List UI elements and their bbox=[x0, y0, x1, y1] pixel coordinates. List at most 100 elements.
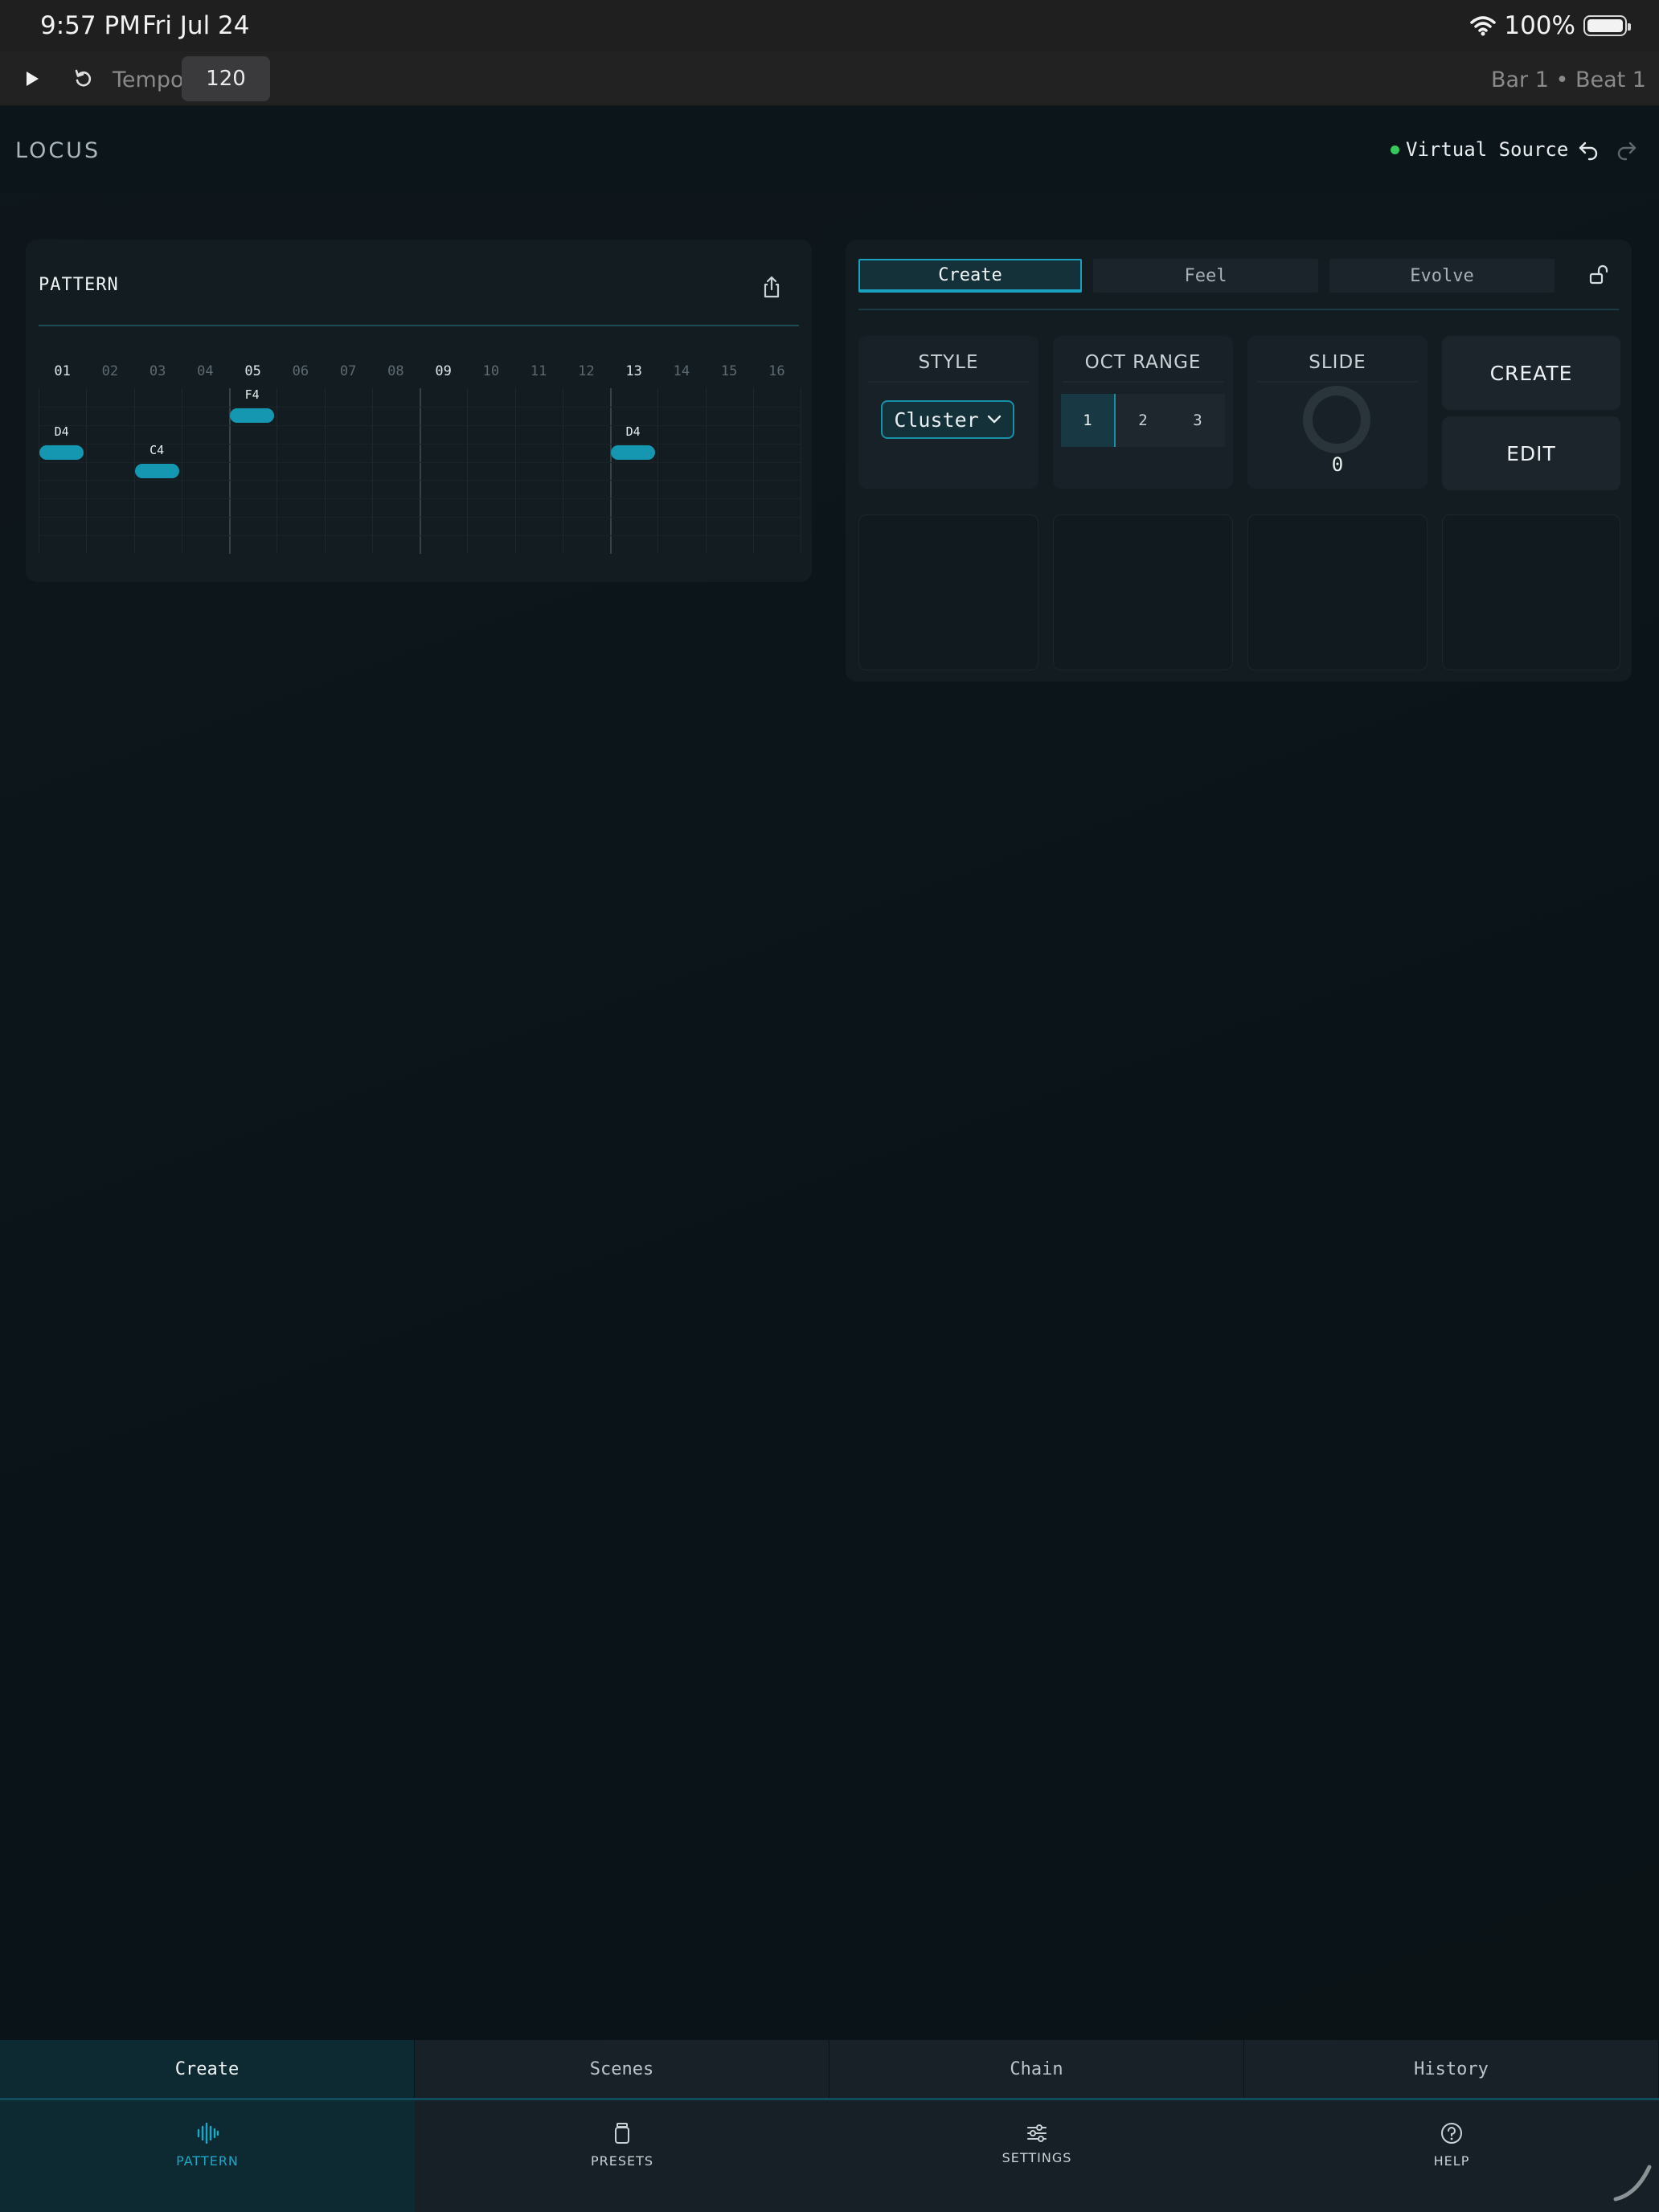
slide-knob[interactable] bbox=[1303, 386, 1370, 453]
sliders-icon bbox=[1027, 2124, 1047, 2142]
step-number: 02 bbox=[101, 363, 119, 379]
grid-line bbox=[420, 388, 421, 554]
midi-source-label: Virtual Source bbox=[1406, 138, 1569, 161]
style-card: STYLE Cluster bbox=[858, 336, 1038, 489]
transport-bar: Tempo 120 Bar 1 • Beat 1 bbox=[0, 51, 1659, 106]
step-number: 09 bbox=[435, 363, 452, 379]
note-label: C4 bbox=[150, 442, 165, 457]
grid-line bbox=[371, 388, 373, 554]
slide-label: SLIDE bbox=[1309, 352, 1366, 373]
nav-pattern[interactable]: PATTERN bbox=[0, 2100, 415, 2212]
note-label: D4 bbox=[54, 424, 69, 439]
slide-card: SLIDE 0 bbox=[1247, 336, 1428, 489]
pattern-panel: PATTERN 01 02 03 04 05 06 07 08 09 10 11 12 13 14 15 16… bbox=[26, 240, 812, 582]
step-number: 05 bbox=[244, 363, 261, 379]
step-number: 01 bbox=[54, 363, 71, 379]
tab-chain[interactable]: Chain bbox=[830, 2040, 1244, 2098]
grid-line bbox=[39, 535, 801, 537]
note-block[interactable] bbox=[230, 408, 275, 423]
tab-history[interactable]: History bbox=[1244, 2040, 1659, 2098]
tab-create[interactable]: Create bbox=[858, 259, 1082, 293]
grid-line bbox=[752, 388, 754, 554]
note-block[interactable] bbox=[134, 463, 179, 478]
create-button[interactable]: CREATE bbox=[1442, 336, 1620, 410]
nav-pattern-label: PATTERN bbox=[176, 2153, 239, 2169]
grid-line bbox=[467, 388, 469, 554]
undo-icon[interactable] bbox=[1577, 138, 1601, 162]
edit-button[interactable]: EDIT bbox=[1442, 416, 1620, 490]
battery-icon bbox=[1583, 15, 1631, 36]
note-block[interactable] bbox=[611, 444, 656, 460]
step-number: 13 bbox=[625, 363, 642, 379]
step-number: 10 bbox=[482, 363, 500, 379]
tab-feel[interactable]: Feel bbox=[1093, 259, 1318, 293]
style-value: Cluster bbox=[894, 408, 979, 432]
oct-range-label: OCT RANGE bbox=[1084, 352, 1202, 373]
step-number: 03 bbox=[149, 363, 166, 379]
empty-slot bbox=[1247, 514, 1428, 670]
resize-handle-icon bbox=[1613, 2165, 1652, 2202]
chevron-down-icon bbox=[987, 415, 1001, 424]
app-header: LOCUS Virtual Source bbox=[0, 106, 1659, 193]
bar-beat-position: Bar 1 • Beat 1 bbox=[1490, 68, 1646, 92]
app-title: LOCUS bbox=[15, 138, 101, 163]
card-divider bbox=[1063, 381, 1223, 383]
slide-value: 0 bbox=[1331, 453, 1344, 476]
reset-button[interactable] bbox=[69, 64, 98, 93]
grid-line bbox=[39, 480, 801, 481]
waveform-icon bbox=[197, 2122, 219, 2144]
oct-range-card: OCT RANGE 1 2 3 bbox=[1053, 336, 1233, 489]
step-number: 16 bbox=[768, 363, 785, 379]
redo-icon[interactable] bbox=[1614, 138, 1638, 162]
piano-roll-grid[interactable]: D4 C4 F4 D4 bbox=[39, 387, 801, 554]
oct-range-option-1[interactable]: 1 bbox=[1061, 394, 1116, 447]
style-dropdown[interactable]: Cluster bbox=[881, 400, 1014, 439]
grid-line bbox=[39, 517, 801, 518]
oct-range-option-3[interactable]: 3 bbox=[1170, 394, 1225, 447]
step-number: 12 bbox=[578, 363, 595, 379]
nav-settings-label: SETTINGS bbox=[1002, 2150, 1072, 2165]
step-number: 04 bbox=[197, 363, 214, 379]
grid-line bbox=[86, 388, 88, 554]
grid-line bbox=[39, 498, 801, 500]
pattern-divider bbox=[39, 325, 799, 326]
grid-line bbox=[276, 388, 278, 554]
unlock-icon[interactable] bbox=[1587, 264, 1608, 286]
controls-panel: Create Feel Evolve STYLE Cluster OCT RAN… bbox=[846, 240, 1632, 682]
tab-scenes[interactable]: Scenes bbox=[415, 2040, 830, 2098]
step-number: 07 bbox=[339, 363, 357, 379]
status-date: Fri Jul 24 bbox=[142, 11, 250, 40]
play-icon bbox=[27, 72, 39, 86]
wifi-icon bbox=[1470, 16, 1497, 36]
grid-line bbox=[324, 388, 326, 554]
nav-settings[interactable]: SETTINGS bbox=[830, 2100, 1244, 2212]
tempo-label: Tempo bbox=[113, 68, 184, 92]
nav-help[interactable]: HELP bbox=[1244, 2100, 1659, 2212]
oct-range-option-2[interactable]: 2 bbox=[1116, 394, 1170, 447]
midi-source-button[interactable]: Virtual Source bbox=[1391, 138, 1568, 161]
grid-line bbox=[705, 388, 707, 554]
nav-presets[interactable]: PRESETS bbox=[415, 2100, 830, 2212]
nav-presets-label: PRESETS bbox=[590, 2153, 654, 2169]
tab-evolve[interactable]: Evolve bbox=[1329, 259, 1555, 293]
note-block[interactable] bbox=[39, 444, 84, 460]
empty-slot bbox=[858, 514, 1038, 670]
nav-help-label: HELP bbox=[1433, 2153, 1470, 2169]
play-button[interactable] bbox=[18, 64, 47, 93]
rewind-icon bbox=[75, 69, 92, 87]
grid-line bbox=[39, 406, 801, 408]
bottom-nav: PATTERN PRESETS SETTINGS HELP bbox=[0, 2100, 1659, 2212]
step-number: 14 bbox=[673, 363, 690, 379]
grid-line bbox=[39, 461, 801, 463]
share-icon[interactable] bbox=[760, 275, 783, 299]
step-number: 08 bbox=[387, 363, 404, 379]
empty-slot bbox=[1442, 514, 1620, 670]
grid-line bbox=[610, 388, 612, 554]
style-label: STYLE bbox=[918, 352, 979, 373]
note-label: F4 bbox=[244, 387, 260, 402]
connection-status-dot bbox=[1391, 145, 1399, 154]
tempo-field[interactable]: 120 bbox=[182, 56, 270, 101]
battery-percent: 100% bbox=[1504, 11, 1575, 40]
pattern-title: PATTERN bbox=[39, 275, 119, 295]
tab-create-section[interactable]: Create bbox=[0, 2040, 415, 2098]
